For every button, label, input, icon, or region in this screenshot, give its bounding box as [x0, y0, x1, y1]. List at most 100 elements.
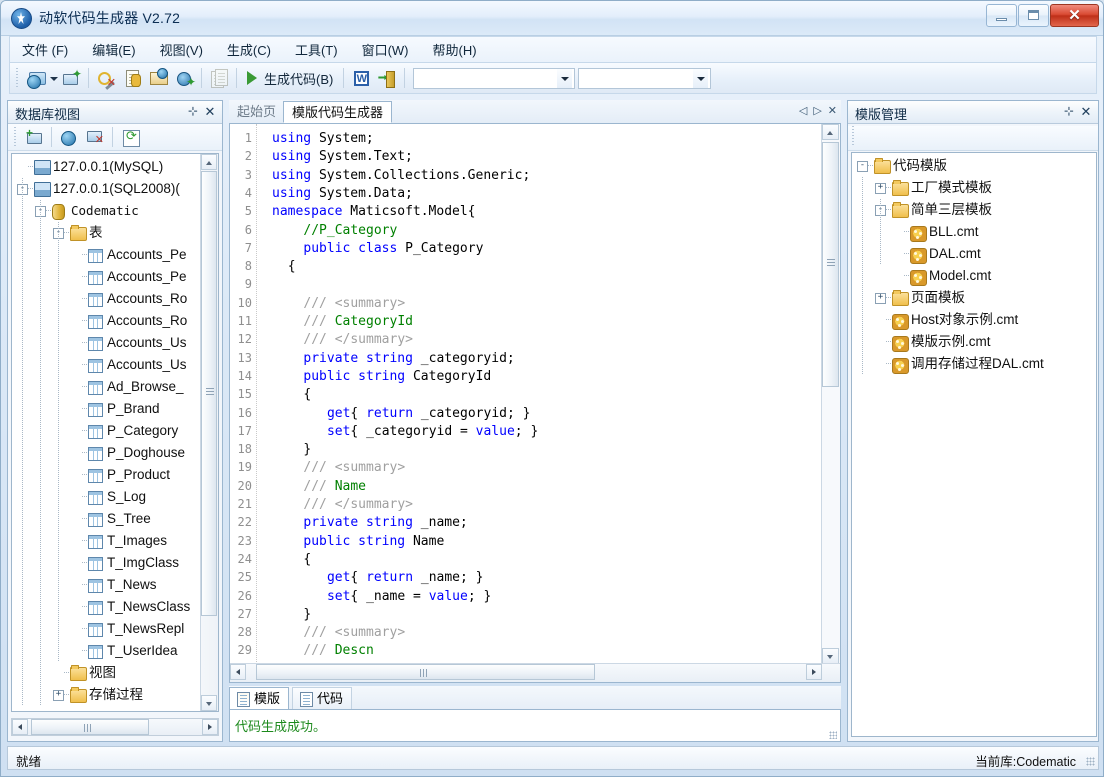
scroll-right-button[interactable] — [202, 719, 218, 735]
close-icon[interactable]: ✕ — [203, 104, 217, 119]
maximize-button[interactable] — [1018, 4, 1049, 27]
template-tree-item[interactable]: 模版示例.cmt — [852, 331, 1096, 353]
database-tree[interactable]: 127.0.0.1(MySQL)-127.0.0.1(SQL2008)(-Cod… — [12, 156, 198, 711]
editor-scroll-up-button[interactable] — [822, 124, 839, 140]
status-resize-grip-icon[interactable] — [1086, 757, 1095, 766]
db-toolbar-grip[interactable] — [13, 127, 18, 147]
status-text: 就绪 — [16, 755, 42, 769]
template-tree-item-label: DAL.cmt — [929, 246, 981, 261]
code-text-area[interactable]: using System; using System.Text; using Sys… — [258, 124, 820, 682]
exit-export-icon[interactable] — [375, 66, 399, 90]
menu-view[interactable]: 视图(V) — [148, 38, 215, 61]
editor-scroll-down-button[interactable] — [822, 648, 839, 664]
connect-dropdown-chevron-down-icon[interactable] — [49, 66, 58, 90]
template-tree-item[interactable]: + 工厂模式模板 — [852, 177, 1096, 199]
editor-scroll-left-button[interactable] — [230, 664, 246, 680]
editor-scroll-right-button[interactable] — [806, 664, 822, 680]
edit-properties-icon[interactable] — [146, 66, 170, 90]
database-tree-vertical-scrollbar[interactable] — [200, 154, 218, 711]
refresh-database-icon[interactable]: ✦ — [59, 66, 83, 90]
db-tree-item[interactable]: 127.0.0.1(MySQL) — [12, 156, 198, 178]
key-tools-icon[interactable]: ✕ — [94, 66, 118, 90]
h-scroll-thumb[interactable] — [31, 719, 149, 735]
editor-horizontal-scrollbar[interactable] — [230, 663, 840, 682]
pin-icon[interactable]: ⊹ — [1062, 104, 1076, 119]
tab-close-icon[interactable]: ✕ — [828, 104, 837, 117]
menu-edit[interactable]: 编辑(E) — [80, 38, 147, 61]
template-tree-item[interactable]: + 页面模板 — [852, 287, 1096, 309]
code-token: System.Collections.Generic; — [318, 167, 531, 183]
word-export-icon[interactable]: W — [349, 66, 373, 90]
scroll-thumb[interactable] — [201, 171, 217, 616]
menu-generate[interactable]: 生成(C) — [215, 38, 283, 61]
scroll-down-button[interactable] — [201, 695, 217, 711]
db-tree-item[interactable]: -127.0.0.1(SQL2008)( — [12, 178, 198, 200]
add-server-icon[interactable]: + — [22, 125, 46, 149]
menu-window[interactable]: 窗口(W) — [350, 38, 421, 61]
database-tree-horizontal-scrollbar[interactable] — [11, 718, 219, 736]
minimize-button[interactable] — [986, 4, 1017, 27]
tab-prev-icon[interactable]: ◁ — [799, 104, 807, 117]
db-tree-item-label: T_News — [107, 577, 157, 592]
menu-tools[interactable]: 工具(T) — [283, 38, 350, 61]
editor-scroll-thumb[interactable] — [822, 142, 839, 387]
code-token: /// — [303, 314, 335, 329]
scroll-up-button[interactable] — [201, 154, 217, 170]
expand-plus-icon[interactable]: + — [875, 293, 886, 304]
collapse-minus-icon[interactable]: - — [857, 161, 868, 172]
db-tree-item-label: 存储过程 — [89, 687, 143, 702]
table-icon — [88, 403, 103, 417]
code-line: using System.Collections.Generic; — [272, 168, 530, 183]
expand-plus-icon[interactable]: + — [53, 690, 64, 701]
database-tree-container[interactable]: 127.0.0.1(MySQL)-127.0.0.1(SQL2008)(-Cod… — [11, 153, 219, 712]
code-token: /// — [303, 478, 335, 494]
code-token: { — [287, 259, 296, 275]
template-toolbar-grip[interactable] — [851, 126, 856, 146]
copy-code-icon[interactable] — [207, 66, 231, 90]
template-tree-item[interactable]: - 代码模版 — [852, 155, 1096, 177]
code-token: get — [326, 405, 351, 421]
editor-vertical-scrollbar[interactable] — [821, 124, 840, 664]
toolbar-grip[interactable] — [15, 68, 20, 88]
close-button[interactable]: ✕ — [1050, 4, 1099, 27]
output-tab-template[interactable]: 模版 — [229, 687, 290, 710]
language-select-combobox[interactable] — [578, 67, 712, 89]
template-select-combobox[interactable] — [413, 67, 576, 89]
disconnect-icon[interactable]: ✕ — [83, 125, 107, 149]
menu-help[interactable]: 帮助(H) — [421, 38, 489, 61]
template-tree-item[interactable]: 调用存储过程DAL.cmt — [852, 353, 1096, 375]
template-tree-item[interactable]: Model.cmt — [852, 265, 1096, 287]
template-tree-item[interactable]: Host对象示例.cmt — [852, 309, 1096, 331]
resize-grip-icon[interactable] — [829, 731, 837, 739]
pin-icon[interactable]: ⊹ — [186, 104, 200, 119]
document-database-icon[interactable] — [120, 66, 144, 90]
menu-file[interactable]: 文件 (F) — [10, 38, 80, 61]
line-number: 20 — [237, 478, 252, 493]
template-tree-item[interactable]: DAL.cmt — [852, 243, 1096, 265]
code-token: _categoryid; } — [420, 405, 531, 421]
template-tree-item[interactable]: -简单三层模板 — [852, 199, 1096, 221]
close-icon[interactable]: ✕ — [1079, 104, 1093, 119]
scroll-left-button[interactable] — [12, 719, 28, 735]
settings-globe-icon[interactable]: ✦ — [172, 66, 196, 90]
code-line: /// Name — [303, 479, 366, 494]
refresh-icon[interactable] — [118, 125, 142, 149]
tab-start-page[interactable]: 起始页 — [229, 101, 284, 123]
tree-guide-line — [40, 200, 41, 706]
template-tree-item[interactable]: BLL.cmt — [852, 221, 1096, 243]
code-editor[interactable]: 1 2 3 4 5 6 7 8 9 10 11 12 13 14 15 16 17 18 19 20 21 22 23 24 2… — [229, 123, 841, 683]
tab-template-codegen[interactable]: 模版代码生成器 — [283, 101, 393, 123]
connect-icon[interactable] — [57, 125, 81, 149]
tab-next-icon[interactable]: ▷ — [813, 104, 821, 117]
output-tab-code[interactable]: 代码 — [292, 687, 353, 710]
expand-plus-icon[interactable]: + — [875, 183, 886, 194]
template-tree-container[interactable]: - 代码模版 + 工厂模式模板 -简单三层模板 BLL.cmt DAL.cmt Model.c… — [851, 152, 1097, 737]
generate-code-button[interactable]: 生成代码(B) — [241, 66, 339, 90]
code-line: { — [303, 387, 311, 402]
connect-server-icon[interactable] — [24, 66, 48, 90]
server-icon — [34, 182, 51, 197]
code-line: using System; — [272, 131, 374, 146]
editor-h-scroll-thumb[interactable] — [256, 664, 595, 680]
tree-guide-line — [880, 199, 881, 265]
template-tree[interactable]: - 代码模版 + 工厂模式模板 -简单三层模板 BLL.cmt DAL.cmt Model.c… — [852, 155, 1096, 736]
